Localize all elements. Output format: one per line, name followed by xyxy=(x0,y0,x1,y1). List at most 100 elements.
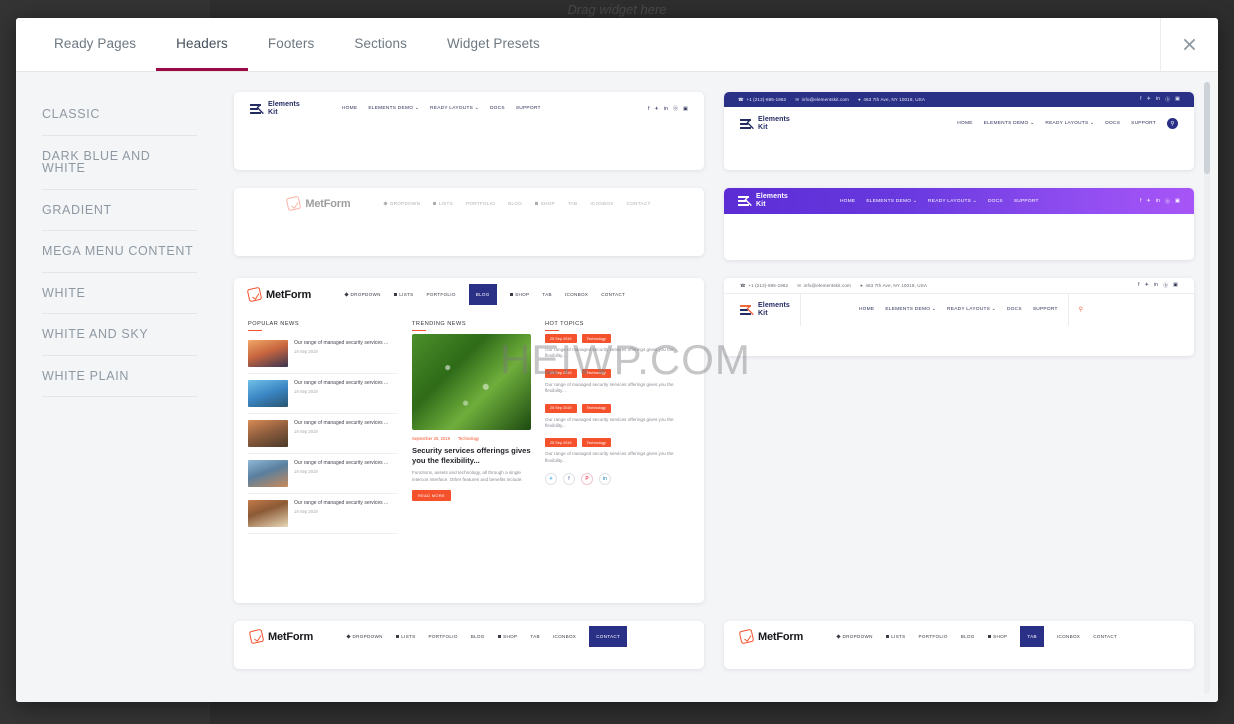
list-item[interactable]: Our range of managed security services .… xyxy=(248,374,398,414)
linkedin-icon[interactable]: in xyxy=(599,473,611,486)
template-card-white-plain-search[interactable]: ☎ +1 (212)-695-1962 ✉ info@elementskit.com… xyxy=(724,278,1194,356)
twitter-icon[interactable]: ✈ xyxy=(1145,282,1149,289)
nav-item-home[interactable]: HOME xyxy=(342,106,357,111)
nav-item-portfolio[interactable]: PORTFOLIO xyxy=(466,201,495,206)
nav-item-elements-demo[interactable]: ELEMENTS DEMO ⌄ xyxy=(368,106,419,111)
template-grid-scroll[interactable]: Elements Kit HOME ELEMENTS DEMO ⌄ READY … xyxy=(216,72,1218,702)
tab-ready-pages[interactable]: Ready Pages xyxy=(34,18,156,71)
list-item[interactable]: Our range of managed security services .… xyxy=(248,494,398,534)
template-card-dark-blue-topbar[interactable]: ☎ +1 (212)-695-1962 ✉ info@elementskit.com… xyxy=(724,92,1194,170)
nav-item-home[interactable]: HOME xyxy=(957,121,972,126)
nav-item-portfolio[interactable]: PORTFOLIO xyxy=(427,292,456,297)
linkedin-icon[interactable]: in xyxy=(1156,198,1160,204)
tab-footers[interactable]: Footers xyxy=(248,18,334,71)
list-item[interactable]: Our range of managed security services .… xyxy=(248,414,398,454)
twitter-icon[interactable]: ✈ xyxy=(545,473,557,486)
scrollbar-track[interactable] xyxy=(1204,82,1210,694)
sidebar-item-mega-menu-content[interactable]: MEGA MENU CONTENT xyxy=(42,231,197,273)
nav-item-contact[interactable]: CONTACT xyxy=(601,292,625,297)
instagram-icon[interactable]: ▣ xyxy=(683,106,688,112)
search-icon[interactable]: ⚲ xyxy=(1079,306,1083,313)
tab-headers[interactable]: Headers xyxy=(156,18,248,71)
template-card-classic-simple[interactable]: Elements Kit HOME ELEMENTS DEMO ⌄ READY … xyxy=(234,92,704,170)
nav-item-contact[interactable]: CONTACT xyxy=(1093,634,1117,639)
nav-item-dropdown[interactable]: DROPDOWN xyxy=(344,292,381,297)
nav-item-docs[interactable]: DOCS xyxy=(988,199,1003,204)
nav-item-dropdown[interactable]: DROPDOWN xyxy=(346,634,383,639)
nav-item-shop[interactable]: SHOP xyxy=(497,634,518,639)
list-item[interactable]: Our range of managed security services .… xyxy=(248,454,398,494)
sidebar-item-gradient[interactable]: GRADIENT xyxy=(42,190,197,231)
search-icon[interactable]: ⚲ xyxy=(1167,118,1178,130)
nav-item-ready-layouts[interactable]: READY LAYOUTS ⌄ xyxy=(928,199,977,204)
nav-item-tab[interactable]: TAB xyxy=(568,201,578,206)
template-card-metform-tab-active[interactable]: MetForm DROPDOWN LISTS PORTFOLIO BLOG SH… xyxy=(724,621,1194,669)
linkedin-icon[interactable]: in xyxy=(1156,96,1160,103)
nav-item-shop[interactable]: SHOP xyxy=(987,634,1008,639)
behance-icon[interactable]: ⓑ xyxy=(673,105,678,112)
sidebar-item-white-plain[interactable]: WHITE PLAIN xyxy=(42,356,197,397)
template-card-metform-faded[interactable]: MetForm DROPDOWN LISTS PORTFOLIO BLOG SH… xyxy=(234,188,704,256)
facebook-icon[interactable]: f xyxy=(1140,96,1142,103)
pinterest-icon[interactable]: P xyxy=(581,473,593,486)
nav-item-lists[interactable]: LISTS xyxy=(885,634,906,639)
nav-item-ready-layouts[interactable]: READY LAYOUTS ⌄ xyxy=(947,307,996,312)
template-card-mega-menu-content[interactable]: MetForm DROPDOWN LISTS PORTFOLIO BLOG SH… xyxy=(234,278,704,603)
nav-item-shop[interactable]: SHOP xyxy=(535,201,555,206)
nav-item-ready-layouts[interactable]: READY LAYOUTS ⌄ xyxy=(430,106,479,111)
facebook-icon[interactable]: f xyxy=(648,106,649,112)
list-item[interactable]: 25 Sep 2019 Technology Our range of mana… xyxy=(545,438,690,464)
twitter-icon[interactable]: ✈ xyxy=(654,106,658,112)
linkedin-icon[interactable]: in xyxy=(664,106,668,112)
nav-item-shop[interactable]: SHOP xyxy=(509,292,530,297)
nav-item-tab-active[interactable]: TAB xyxy=(1020,626,1044,647)
sidebar-item-white-and-sky[interactable]: WHITE AND SKY xyxy=(42,314,197,356)
sidebar-item-white[interactable]: WHITE xyxy=(42,273,197,314)
nav-item-blog-active[interactable]: BLOG xyxy=(468,284,497,305)
facebook-icon[interactable]: f xyxy=(1140,198,1141,204)
nav-item-iconbox[interactable]: ICONBOX xyxy=(565,292,588,297)
nav-item-tab[interactable]: TAB xyxy=(542,292,552,297)
nav-item-elements-demo[interactable]: ELEMENTS DEMO ⌄ xyxy=(866,199,917,204)
nav-item-contact-active[interactable]: CONTACT xyxy=(589,626,628,647)
list-item[interactable]: Our range of managed security services .… xyxy=(248,334,398,374)
nav-item-contact[interactable]: CONTACT xyxy=(627,201,651,206)
nav-item-blog[interactable]: BLOG xyxy=(508,201,522,206)
nav-item-support[interactable]: SUPPORT xyxy=(516,106,541,111)
nav-item-home[interactable]: HOME xyxy=(859,307,874,312)
nav-item-support[interactable]: SUPPORT xyxy=(1033,307,1058,312)
nav-item-elements-demo[interactable]: ELEMENTS DEMO ⌄ xyxy=(984,121,1035,126)
close-button[interactable] xyxy=(1160,18,1218,71)
nav-item-lists[interactable]: LISTS xyxy=(393,292,414,297)
nav-item-docs[interactable]: DOCS xyxy=(490,106,505,111)
behance-icon[interactable]: ⓑ xyxy=(1165,96,1170,103)
nav-item-blog[interactable]: BLOG xyxy=(471,634,485,639)
instagram-icon[interactable]: ▣ xyxy=(1173,282,1178,289)
twitter-icon[interactable]: ✈ xyxy=(1147,96,1151,103)
twitter-icon[interactable]: ✈ xyxy=(1146,198,1150,204)
nav-item-docs[interactable]: DOCS xyxy=(1007,307,1022,312)
sidebar-item-classic[interactable]: CLASSIC xyxy=(42,98,197,136)
list-item[interactable]: 25 Sep 2019 Technology Our range of mana… xyxy=(545,368,690,395)
read-more-button[interactable]: READ MORE xyxy=(412,490,451,502)
nav-item-iconbox[interactable]: ICONBOX xyxy=(553,634,576,639)
facebook-icon[interactable]: f xyxy=(1138,282,1140,289)
nav-item-portfolio[interactable]: PORTFOLIO xyxy=(919,634,948,639)
behance-icon[interactable]: ⓑ xyxy=(1163,282,1168,289)
tab-sections[interactable]: Sections xyxy=(334,18,427,71)
sidebar-item-dark-blue-and-white[interactable]: DARK BLUE AND WHITE xyxy=(42,136,197,190)
scrollbar-thumb[interactable] xyxy=(1204,82,1210,174)
linkedin-icon[interactable]: in xyxy=(1154,282,1158,289)
nav-item-iconbox[interactable]: ICONBOX xyxy=(1057,634,1080,639)
behance-icon[interactable]: ⓑ xyxy=(1165,198,1170,205)
nav-item-portfolio[interactable]: PORTFOLIO xyxy=(429,634,458,639)
nav-item-blog[interactable]: BLOG xyxy=(961,634,975,639)
nav-item-lists[interactable]: LISTS xyxy=(395,634,416,639)
template-card-metform-contact-active[interactable]: MetForm DROPDOWN LISTS PORTFOLIO BLOG SH… xyxy=(234,621,704,669)
instagram-icon[interactable]: ▣ xyxy=(1175,198,1180,204)
list-item[interactable]: 25 Sep 2019 Technology Our range of mana… xyxy=(545,334,690,360)
nav-item-docs[interactable]: DOCS xyxy=(1105,121,1120,126)
nav-item-dropdown[interactable]: DROPDOWN xyxy=(836,634,873,639)
nav-item-elements-demo[interactable]: ELEMENTS DEMO ⌄ xyxy=(885,307,936,312)
tab-widget-presets[interactable]: Widget Presets xyxy=(427,18,560,71)
